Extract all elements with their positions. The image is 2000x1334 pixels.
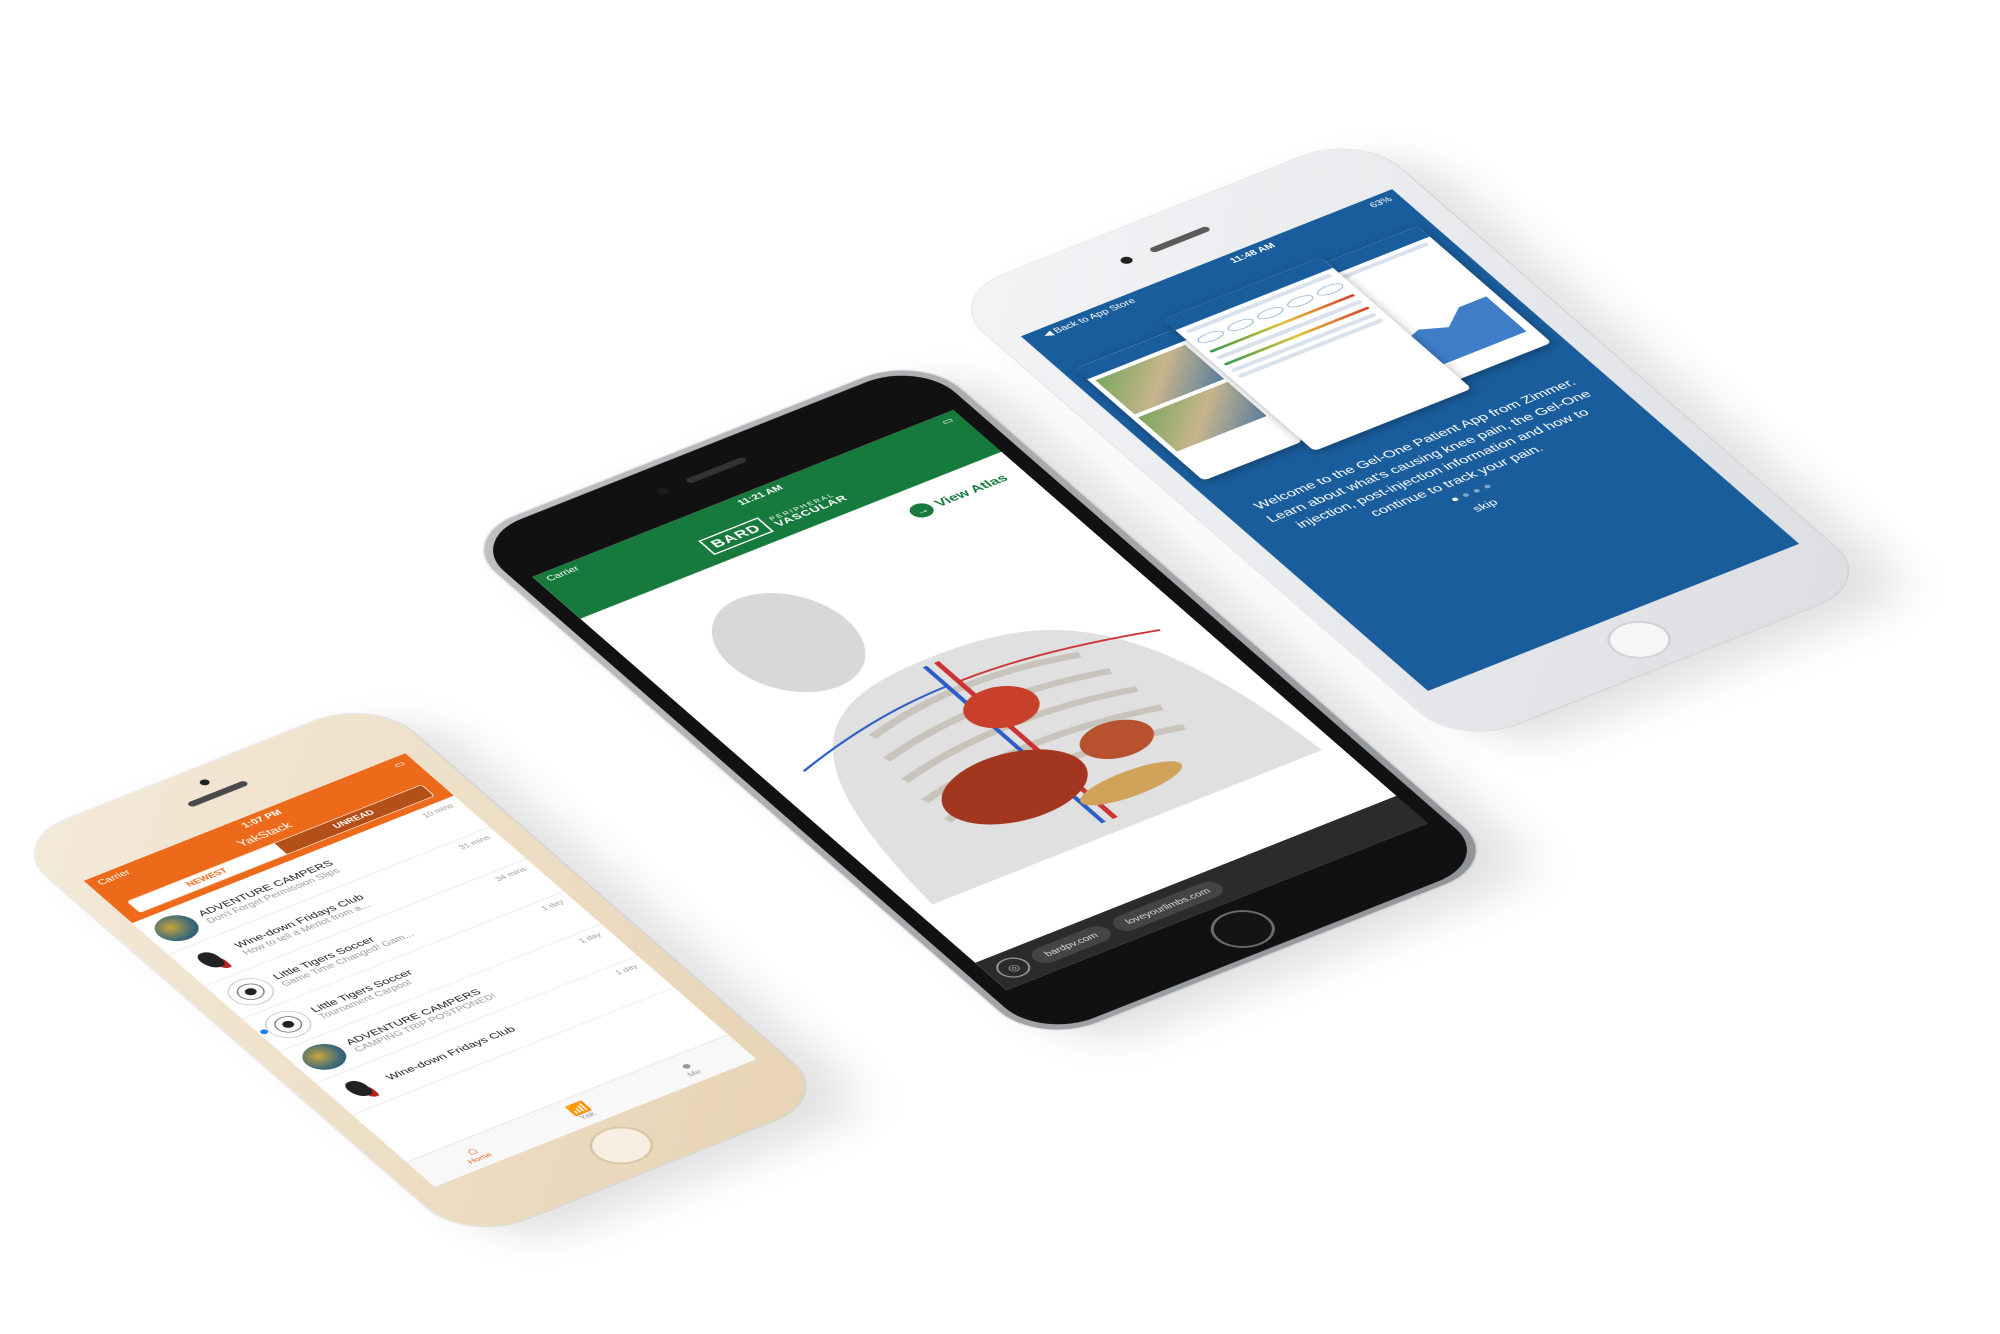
globe-icon[interactable]: ◎	[989, 953, 1037, 982]
avatar	[256, 1005, 321, 1044]
earpiece-speaker	[186, 780, 250, 808]
avatar	[182, 941, 244, 978]
tab-me[interactable]: ● Me	[621, 1035, 756, 1102]
avatar	[293, 1038, 355, 1075]
yak-screen: Carrier 1:07 PM ▭ YakStack NEWEST UNREAD…	[83, 753, 757, 1187]
avatar	[218, 972, 283, 1011]
head-shape	[711, 593, 866, 693]
avatar	[330, 1070, 392, 1107]
tab-home[interactable]: ⌂ Home	[407, 1120, 542, 1187]
battery-icon: ▭	[938, 415, 956, 427]
battery-icon: ▭	[390, 758, 408, 770]
front-camera	[1118, 255, 1135, 266]
earpiece-speaker	[1148, 225, 1212, 254]
home-button[interactable]	[1594, 613, 1684, 666]
phone-yakstack: Carrier 1:07 PM ▭ YakStack NEWEST UNREAD…	[8, 697, 832, 1243]
front-camera	[197, 778, 212, 787]
home-button[interactable]	[576, 1119, 666, 1172]
avatar	[146, 910, 208, 947]
